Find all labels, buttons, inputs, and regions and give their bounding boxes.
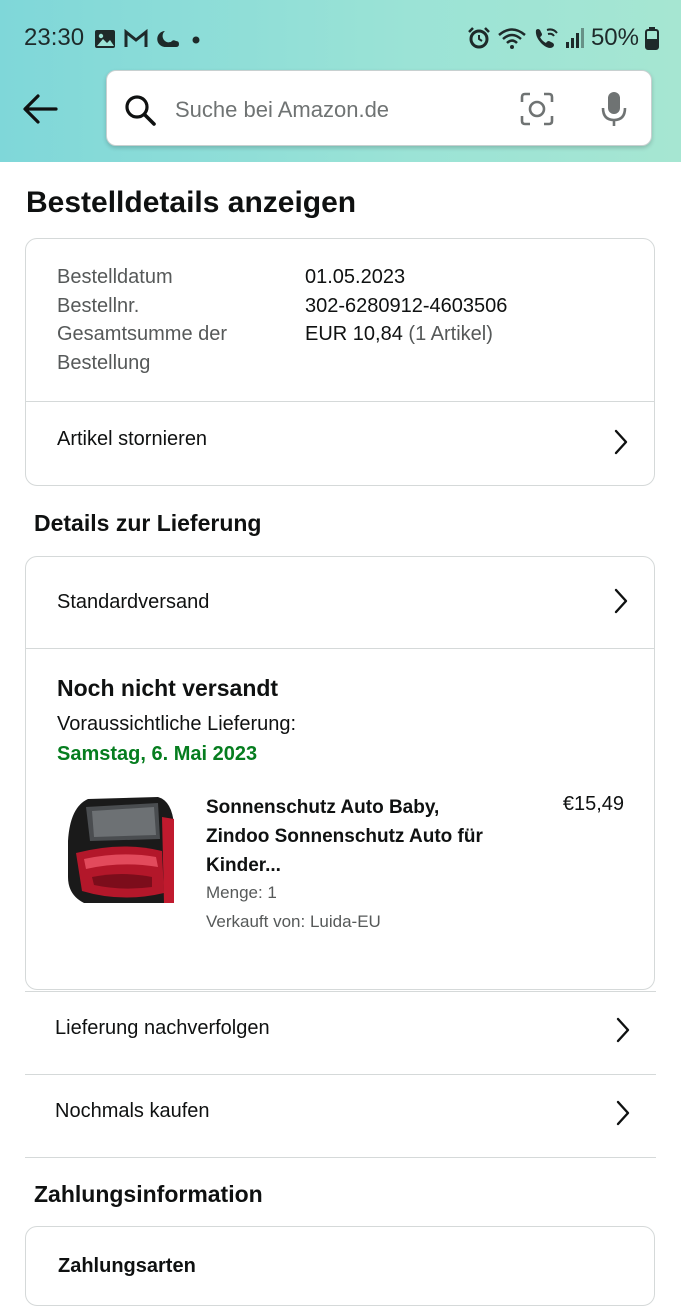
chevron-right-icon [614, 588, 628, 614]
search-input[interactable]: Suche bei Amazon.de [175, 97, 389, 123]
order-total-label: Gesamtsumme der Bestellung [57, 320, 227, 378]
order-number-label: Bestellnr. [57, 295, 140, 317]
buy-again-row[interactable]: Nochmals kaufen [25, 1075, 656, 1157]
camera-search-icon[interactable] [519, 91, 555, 127]
back-arrow-icon[interactable] [20, 90, 60, 130]
product-seller: Verkauft von: Luida-EU [206, 912, 381, 931]
eta-label: Voraussichtliche Lieferung: [57, 713, 297, 735]
order-total-items: (1 Artikel) [408, 323, 493, 345]
delivery-section-title: Details zur Lieferung [34, 510, 262, 536]
order-date-value: 01.05.2023 [305, 266, 406, 288]
chevron-right-icon [616, 1100, 630, 1126]
chevron-right-icon [614, 429, 628, 455]
product-quantity: Menge: 1 [206, 883, 277, 902]
wifi-icon [498, 28, 526, 49]
buy-again-label: Nochmals kaufen [55, 1100, 210, 1122]
delivery-card: Standardversand Noch nicht versandt Vora… [25, 556, 655, 990]
chevron-right-icon [616, 1017, 630, 1043]
notification-icons [94, 26, 204, 52]
track-delivery-label: Lieferung nachverfolgen [55, 1017, 270, 1039]
search-bar[interactable]: Suche bei Amazon.de [106, 70, 652, 146]
app-header: 23:30 50% Suche bei Amazon.de [0, 0, 681, 162]
order-total-label-line1: Gesamtsumme der [57, 323, 228, 345]
product-image[interactable] [62, 795, 180, 907]
payment-section-title: Zahlungsinformation [34, 1181, 263, 1207]
divider [26, 648, 654, 649]
divider [25, 1157, 656, 1158]
shipping-method-label: Standardversand [57, 591, 210, 613]
dot-icon [192, 36, 200, 44]
order-number-value: 302-6280912-4603506 [305, 295, 508, 317]
wifi-call-icon [535, 28, 558, 48]
search-icon [125, 95, 156, 126]
status-bar: 23:30 50% [0, 0, 681, 74]
status-time: 23:30 [24, 24, 85, 51]
order-total-amount: EUR 10,84 [305, 323, 403, 345]
system-icons: 50% [467, 24, 659, 52]
order-total-label-line2: Bestellung [57, 352, 151, 374]
weather-icon [157, 31, 179, 47]
shipping-method-row[interactable]: Standardversand [26, 557, 654, 648]
battery-icon [645, 27, 659, 50]
shipment-status: Noch nicht versandt [57, 675, 279, 701]
order-date-label: Bestelldatum [57, 266, 173, 288]
image-icon [95, 30, 115, 48]
payment-methods-label: Zahlungsarten [58, 1255, 196, 1277]
alarm-icon [468, 27, 490, 49]
track-delivery-row[interactable]: Lieferung nachverfolgen [25, 992, 656, 1074]
product-price: €15,49 [562, 793, 624, 815]
microphone-icon[interactable] [599, 89, 629, 129]
cancel-items-row[interactable]: Artikel stornieren [26, 402, 654, 486]
signal-icon [565, 28, 584, 48]
payment-methods-card[interactable]: Zahlungsarten [25, 1226, 655, 1306]
cancel-items-label: Artikel stornieren [57, 428, 208, 450]
eta-date: Samstag, 6. Mai 2023 [57, 743, 258, 765]
order-summary-card: Bestelldatum 01.05.2023 Bestellnr. 302-6… [25, 238, 655, 486]
product-title[interactable]: Sonnenschutz Auto Baby, Zindoo Sonnensch… [206, 793, 506, 880]
order-total-value: EUR 10,84 (1 Artikel) [305, 320, 493, 349]
page-title: Bestelldetails anzeigen [26, 186, 357, 219]
gmail-icon [124, 29, 148, 47]
battery-percent: 50% [590, 24, 639, 51]
